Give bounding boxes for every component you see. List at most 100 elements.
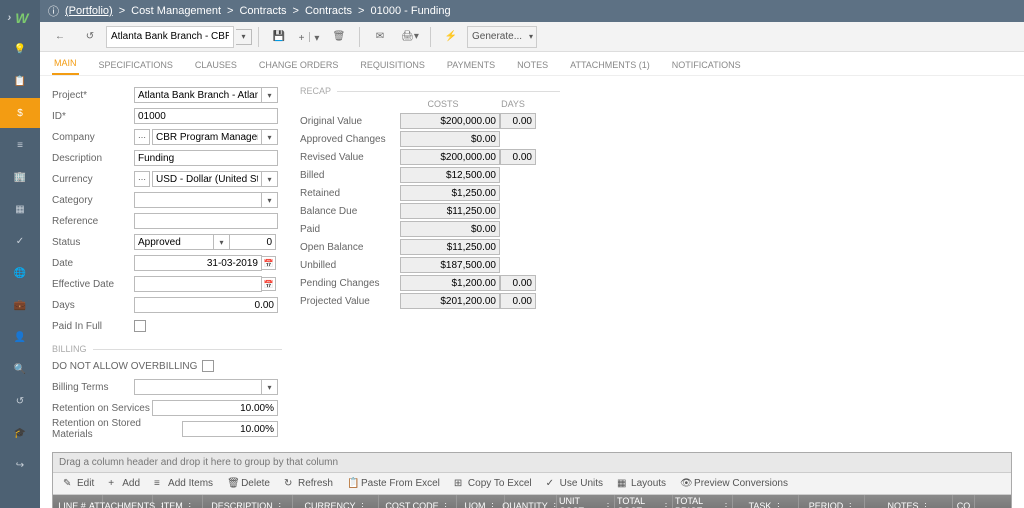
sidebar-clipboard[interactable]: 📋 xyxy=(0,66,40,96)
sidebar-history[interactable]: ↺ xyxy=(0,386,40,416)
recap-cost xyxy=(400,275,500,291)
col-notes[interactable]: NOTES⋮ xyxy=(865,495,953,508)
company-lookup[interactable]: ⋯ xyxy=(134,129,150,145)
sidebar-grid[interactable]: ▦ xyxy=(0,194,40,224)
id-field[interactable] xyxy=(134,108,278,124)
category-dropdown[interactable]: ▾ xyxy=(262,192,278,208)
col-cost-code[interactable]: COST CODE⋮ xyxy=(379,495,457,508)
tab-specifications[interactable]: SPECIFICATIONS xyxy=(97,55,175,75)
tab-notes[interactable]: NOTES xyxy=(515,55,550,75)
history-button[interactable]: ↺ xyxy=(76,25,104,49)
context-select[interactable] xyxy=(106,26,234,48)
reference-field[interactable] xyxy=(134,213,278,229)
sidebar-dollar[interactable]: $ xyxy=(0,98,40,128)
grid-preview-button[interactable]: 👁Preview Conversions xyxy=(674,476,794,491)
col-currency[interactable]: CURRENCY⋮ xyxy=(293,495,379,508)
grid-paste-button[interactable]: 📋Paste From Excel xyxy=(341,476,446,491)
print-button[interactable]: 🖨▾ xyxy=(396,25,424,49)
tab-attachments[interactable]: ATTACHMENTS (1) xyxy=(568,55,652,75)
sidebar-graduation[interactable]: 🎓 xyxy=(0,418,40,448)
save-button[interactable]: 💾 xyxy=(265,25,293,49)
effective-calendar-icon[interactable]: 📅 xyxy=(262,277,276,291)
col-unit-cost[interactable]: UNIT COST⋮ xyxy=(557,495,615,508)
expand-icon[interactable]: › xyxy=(8,12,12,24)
col-item[interactable]: ITEM⋮ xyxy=(153,495,203,508)
sidebar-building[interactable]: 🏢 xyxy=(0,162,40,192)
grid-copy-button[interactable]: ⊞Copy To Excel xyxy=(448,476,538,491)
recap-label: Unbilled xyxy=(300,260,400,271)
label-currency: Currency xyxy=(52,174,134,185)
info-icon[interactable]: ⓘ xyxy=(48,3,59,19)
ret-svc-field[interactable] xyxy=(152,400,278,416)
description-field[interactable] xyxy=(134,150,278,166)
generate-dropdown[interactable]: Generate... xyxy=(467,26,537,48)
status-num[interactable] xyxy=(230,234,276,250)
status-field[interactable] xyxy=(134,234,214,250)
tab-payments[interactable]: PAYMENTS xyxy=(445,55,497,75)
grid-units-button[interactable]: ✓Use Units xyxy=(540,476,609,491)
sidebar-bulb[interactable]: 💡 xyxy=(0,34,40,64)
col-total-cost[interactable]: TOTAL COST⋮ xyxy=(615,495,673,508)
label-id: ID* xyxy=(52,111,134,122)
sidebar-check[interactable]: ✓ xyxy=(0,226,40,256)
back-button[interactable]: ← xyxy=(46,25,74,49)
status-dropdown[interactable]: ▾ xyxy=(214,234,230,250)
breadcrumb-portfolio[interactable]: (Portfolio) xyxy=(65,5,113,17)
company-field[interactable] xyxy=(152,129,262,145)
company-dropdown[interactable]: ▾ xyxy=(262,129,278,145)
tab-change-orders[interactable]: CHANGE ORDERS xyxy=(257,55,341,75)
col-total-price[interactable]: TOTAL PRICE⋮ xyxy=(673,495,733,508)
project-dropdown[interactable]: ▾ xyxy=(262,87,278,103)
recap-cost xyxy=(400,185,500,201)
billing-terms-dropdown[interactable]: ▾ xyxy=(262,379,278,395)
recap-cost xyxy=(400,167,500,183)
grid-refresh-button[interactable]: ↻Refresh xyxy=(278,476,339,491)
context-dropdown[interactable]: ▾ xyxy=(236,29,252,45)
category-field[interactable] xyxy=(134,192,262,208)
days-field[interactable] xyxy=(134,297,278,313)
sidebar-user[interactable]: 👤 xyxy=(0,322,40,352)
paid-checkbox[interactable] xyxy=(134,320,146,332)
delete-button[interactable]: 🗑 xyxy=(325,25,353,49)
sidebar-globe[interactable]: 🌐 xyxy=(0,258,40,288)
grid-add-items-button[interactable]: ≡Add Items xyxy=(148,476,219,491)
currency-field[interactable] xyxy=(152,171,262,187)
col-uom[interactable]: UOM⋮ xyxy=(457,495,505,508)
tab-requisitions[interactable]: REQUISITIONS xyxy=(358,55,427,75)
label-ret-mat: Retention on Stored Materials xyxy=(52,418,182,440)
add-button[interactable]: +｜▾ xyxy=(295,25,323,49)
effective-field[interactable] xyxy=(134,276,262,292)
sidebar: ›W 💡 📋 $ ≡ 🏢 ▦ ✓ 🌐 💼 👤 🔍 ↺ 🎓 ↪ xyxy=(0,0,40,508)
sidebar-bars[interactable]: ≡ xyxy=(0,130,40,160)
sidebar-briefcase[interactable]: 💼 xyxy=(0,290,40,320)
col-quantity[interactable]: QUANTITY⋮ xyxy=(505,495,557,508)
billing-terms-field[interactable] xyxy=(134,379,262,395)
sidebar-logout[interactable]: ↪ xyxy=(0,450,40,480)
mail-button[interactable]: ✉ xyxy=(366,25,394,49)
col-task[interactable]: TASK⋮ xyxy=(733,495,799,508)
col-period[interactable]: PERIOD⋮ xyxy=(799,495,865,508)
grid-layouts-button[interactable]: ▦Layouts xyxy=(611,476,672,491)
recap-label: Projected Value xyxy=(300,296,400,307)
project-field[interactable] xyxy=(134,87,262,103)
grid-group-hint[interactable]: Drag a column header and drop it here to… xyxy=(53,453,1011,473)
date-field[interactable] xyxy=(134,255,262,271)
tab-notifications[interactable]: NOTIFICATIONS xyxy=(670,55,743,75)
grid-edit-button[interactable]: ✎Edit xyxy=(57,476,100,491)
ret-mat-field[interactable] xyxy=(182,421,278,437)
col-co[interactable]: CO xyxy=(953,495,975,508)
overbill-checkbox[interactable] xyxy=(202,360,214,372)
currency-lookup[interactable]: ⋯ xyxy=(134,171,150,187)
recap-cost xyxy=(400,131,500,147)
recap-days xyxy=(500,275,536,291)
col-attachments[interactable]: ATTACHMENTS⋮ xyxy=(103,495,153,508)
currency-dropdown[interactable]: ▾ xyxy=(262,171,278,187)
label-category: Category xyxy=(52,195,134,206)
grid-add-button[interactable]: +Add xyxy=(102,476,146,491)
sidebar-search[interactable]: 🔍 xyxy=(0,354,40,384)
tab-main[interactable]: MAIN xyxy=(52,53,79,75)
tab-clauses[interactable]: CLAUSES xyxy=(193,55,239,75)
date-calendar-icon[interactable]: 📅 xyxy=(262,256,276,270)
col-description[interactable]: DESCRIPTION⋮ xyxy=(203,495,293,508)
grid-delete-button[interactable]: 🗑Delete xyxy=(221,476,276,491)
